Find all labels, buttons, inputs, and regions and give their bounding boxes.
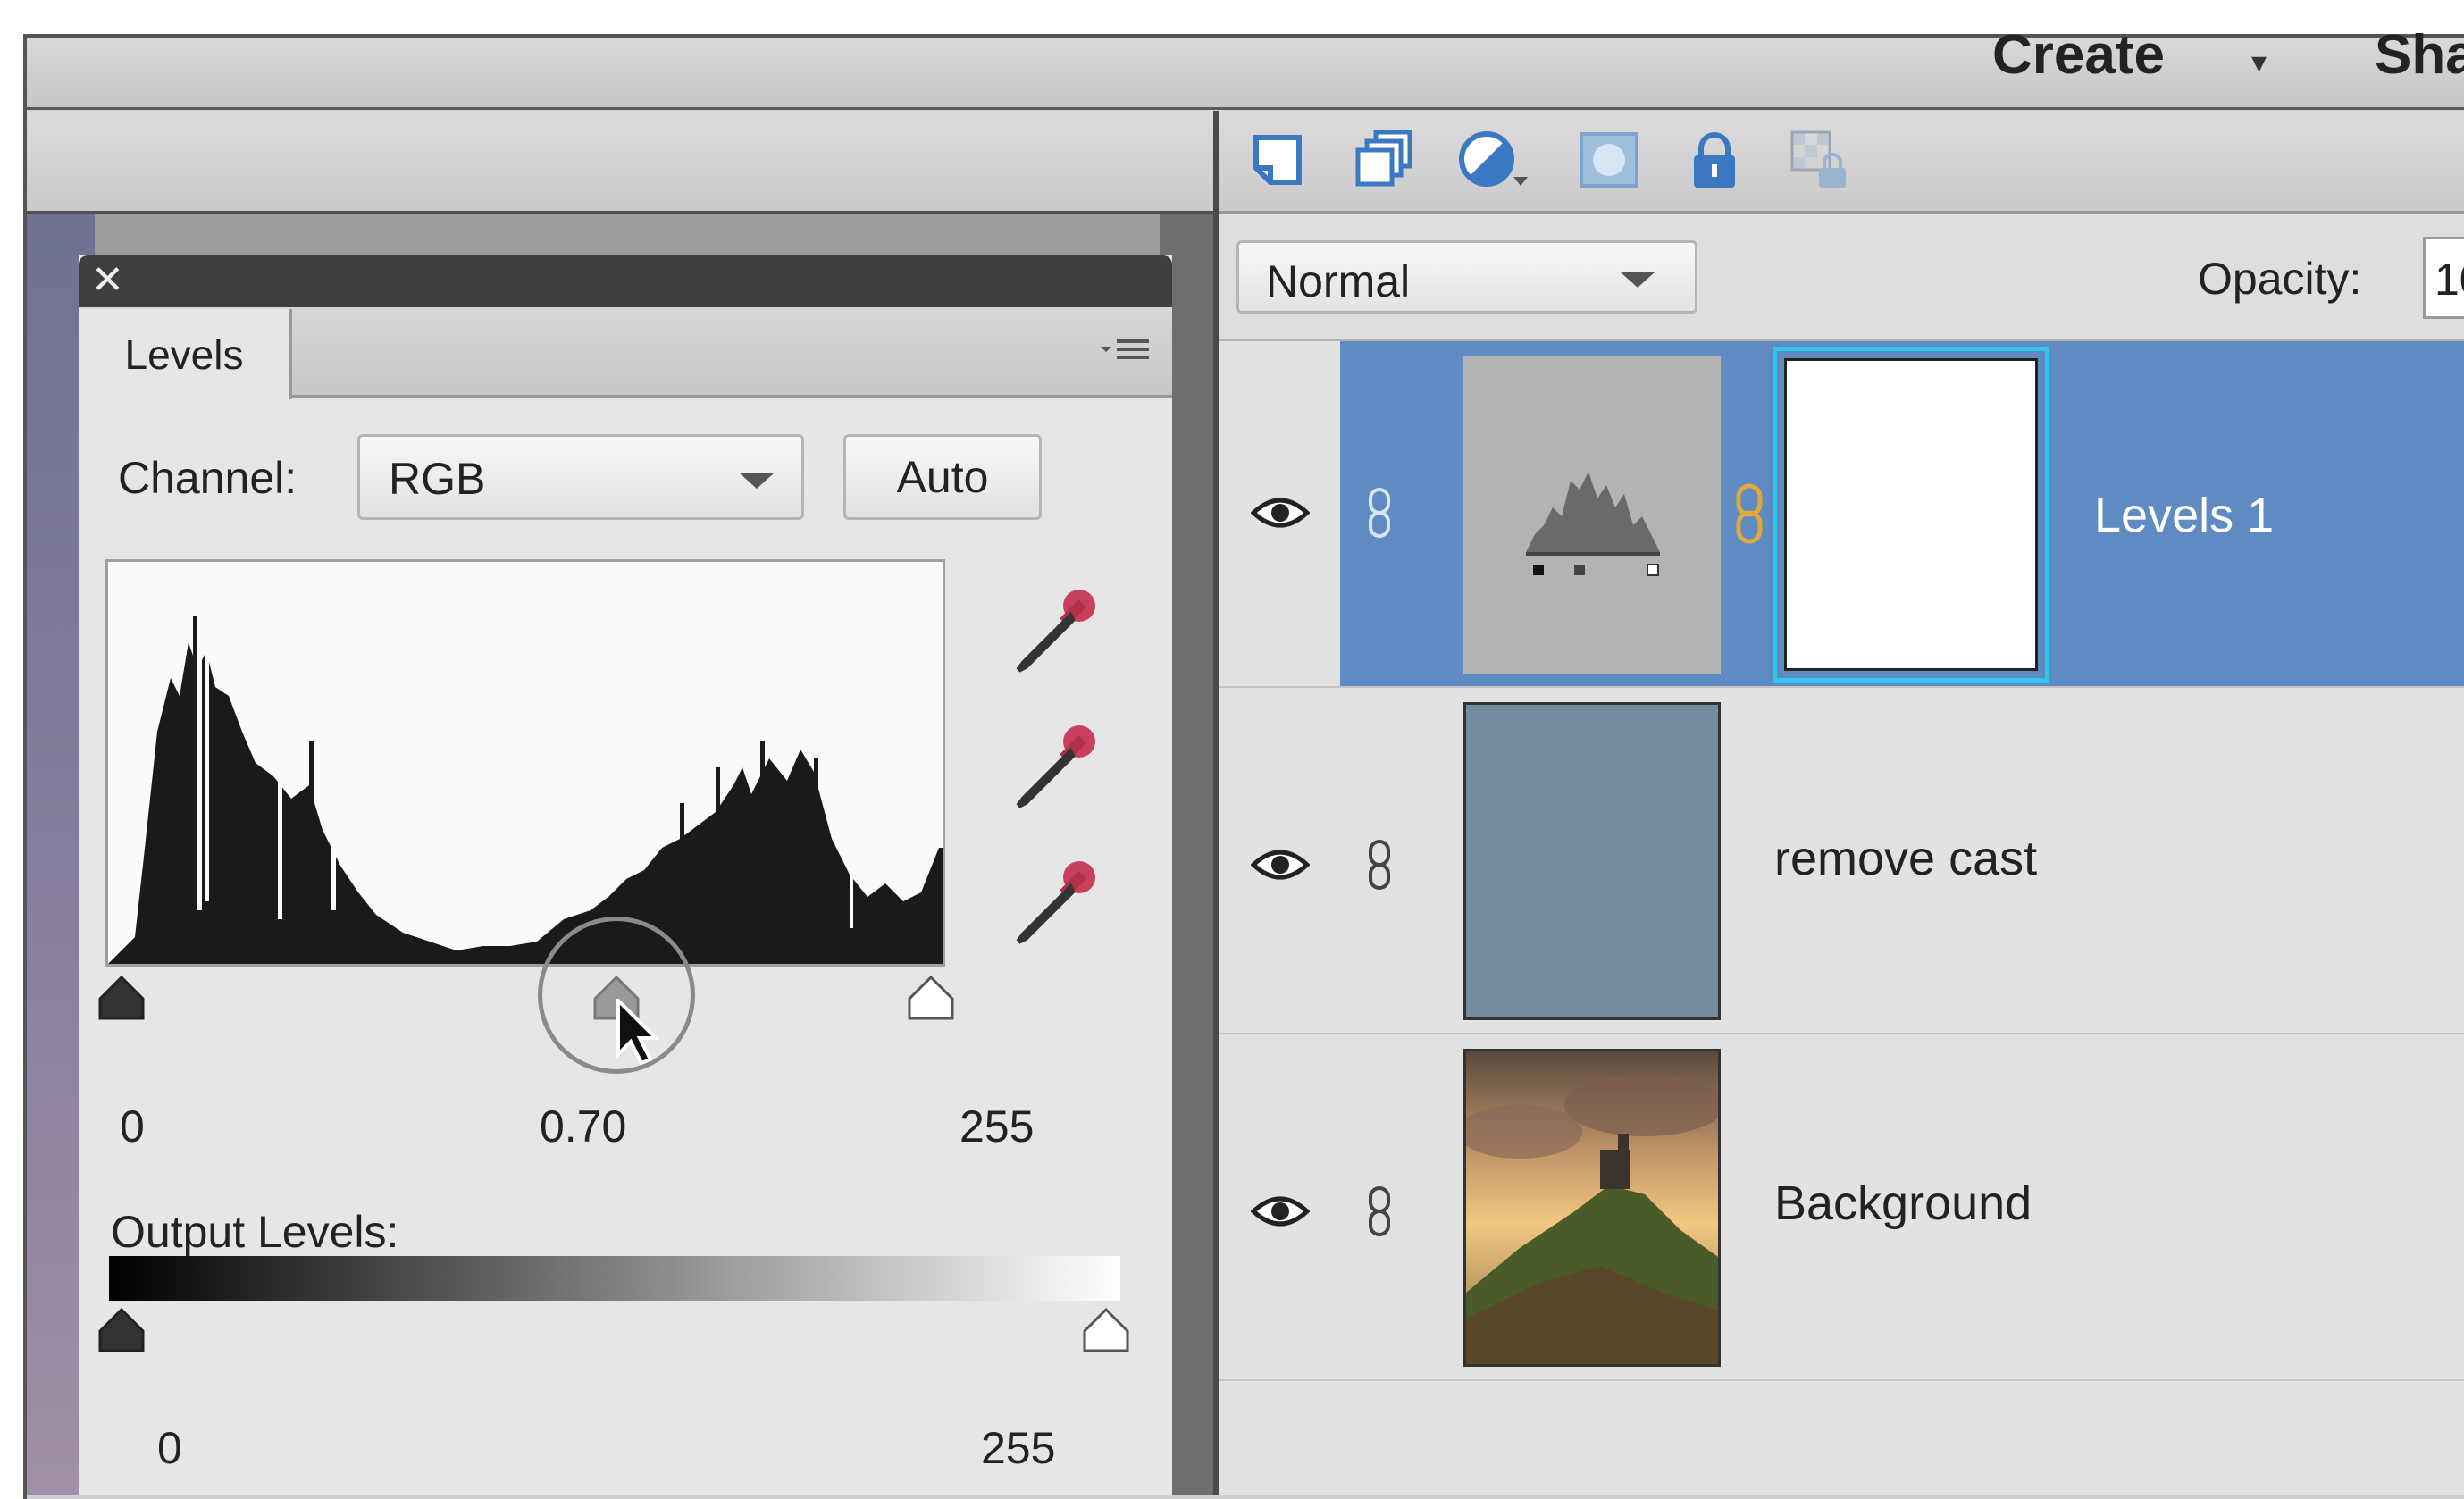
link-chain-icon[interactable] (1367, 838, 1392, 892)
blend-mode-select[interactable]: Normal (1236, 240, 1697, 314)
share-menu[interactable]: Sha (2375, 23, 2464, 87)
opacity-input[interactable]: 100% (2423, 237, 2464, 319)
blend-mode-bar: Normal Opacity: 100% (1219, 214, 2464, 341)
channel-select[interactable]: RGB (357, 434, 804, 520)
input-black-value[interactable]: 0 (120, 1101, 145, 1152)
levels-dialog: ✕ Levels Channel: RGB Auto 0 0.70 255 Ou… (79, 255, 1172, 1495)
histogram (105, 559, 945, 967)
adjustment-layer-icon[interactable] (1456, 129, 1542, 191)
layer-mask-icon[interactable] (1578, 129, 1640, 191)
tab-levels[interactable]: Levels (79, 309, 292, 399)
options-bar (27, 111, 1213, 214)
landscape-photo (1466, 1051, 1718, 1364)
output-gradient-bar (109, 1256, 1120, 1301)
gray-eyedropper-icon[interactable] (1006, 716, 1104, 815)
levels-adjustment-thumbnail[interactable] (1463, 356, 1721, 674)
background-photo-thumbnail[interactable] (1463, 1049, 1721, 1367)
chevron-down-icon (739, 473, 775, 489)
lock-transparency-icon[interactable] (1789, 129, 1851, 191)
close-icon[interactable]: ✕ (91, 257, 124, 303)
levels-titlebar: ✕ (79, 255, 1172, 307)
blend-mode-value: Normal (1266, 256, 1411, 306)
layer-row-remove-cast[interactable]: remove cast (1219, 688, 2464, 1034)
mouse-cursor-icon (616, 999, 659, 1066)
output-black-slider[interactable] (96, 1308, 147, 1352)
input-white-slider[interactable] (906, 976, 956, 1020)
mask-white-fill (1784, 358, 2038, 671)
histogram-graph (108, 616, 943, 964)
layers-list: Levels 1 remove cast Background (1219, 341, 2464, 1495)
channel-label: Channel: (118, 453, 298, 503)
layer-name[interactable]: remove cast (1774, 831, 2037, 886)
layer-row-levels-1[interactable]: Levels 1 (1219, 341, 2464, 688)
layers-toolbar (1219, 111, 2464, 214)
link-chain-icon[interactable] (1367, 486, 1392, 540)
input-gamma-value[interactable]: 0.70 (540, 1101, 626, 1152)
chevron-down-icon[interactable]: ▾ (2251, 45, 2267, 80)
panel-menu-icon[interactable] (1099, 334, 1152, 370)
histogram-icon (1526, 472, 1660, 576)
chevron-down-icon (1620, 272, 1655, 288)
link-chain-icon[interactable] (1367, 1185, 1392, 1238)
channel-value: RGB (389, 454, 486, 504)
new-layer-icon[interactable] (1249, 129, 1312, 191)
layer-name[interactable]: Background (1774, 1176, 2032, 1231)
visibility-eye-icon[interactable] (1251, 493, 1310, 532)
visibility-eye-icon[interactable] (1251, 1192, 1310, 1231)
layer-mask-thumbnail[interactable] (1773, 347, 2049, 683)
fill-layer-thumbnail[interactable] (1463, 702, 1721, 1020)
black-eyedropper-icon[interactable] (1006, 581, 1104, 679)
opacity-label: Opacity: (2198, 254, 2362, 304)
output-levels-label: Output Levels: (111, 1207, 399, 1257)
input-black-slider[interactable] (96, 976, 147, 1020)
input-white-value[interactable]: 255 (960, 1101, 1034, 1152)
lock-all-icon[interactable] (1683, 129, 1746, 191)
layer-name[interactable]: Levels 1 (2094, 488, 2274, 543)
output-white-value[interactable]: 255 (981, 1422, 1055, 1474)
top-menu-bar: Create ▾ Sha (27, 24, 2464, 110)
white-eyedropper-icon[interactable] (1006, 852, 1104, 950)
new-group-icon[interactable] (1353, 129, 1415, 191)
create-menu[interactable]: Create (1992, 23, 2165, 87)
layer-row-background[interactable]: Background (1219, 1034, 2464, 1381)
visibility-eye-icon[interactable] (1251, 845, 1310, 884)
auto-button[interactable]: Auto (843, 434, 1042, 520)
output-black-value[interactable]: 0 (157, 1422, 182, 1474)
mask-link-icon[interactable] (1733, 482, 1765, 545)
output-white-slider[interactable] (1081, 1308, 1131, 1352)
